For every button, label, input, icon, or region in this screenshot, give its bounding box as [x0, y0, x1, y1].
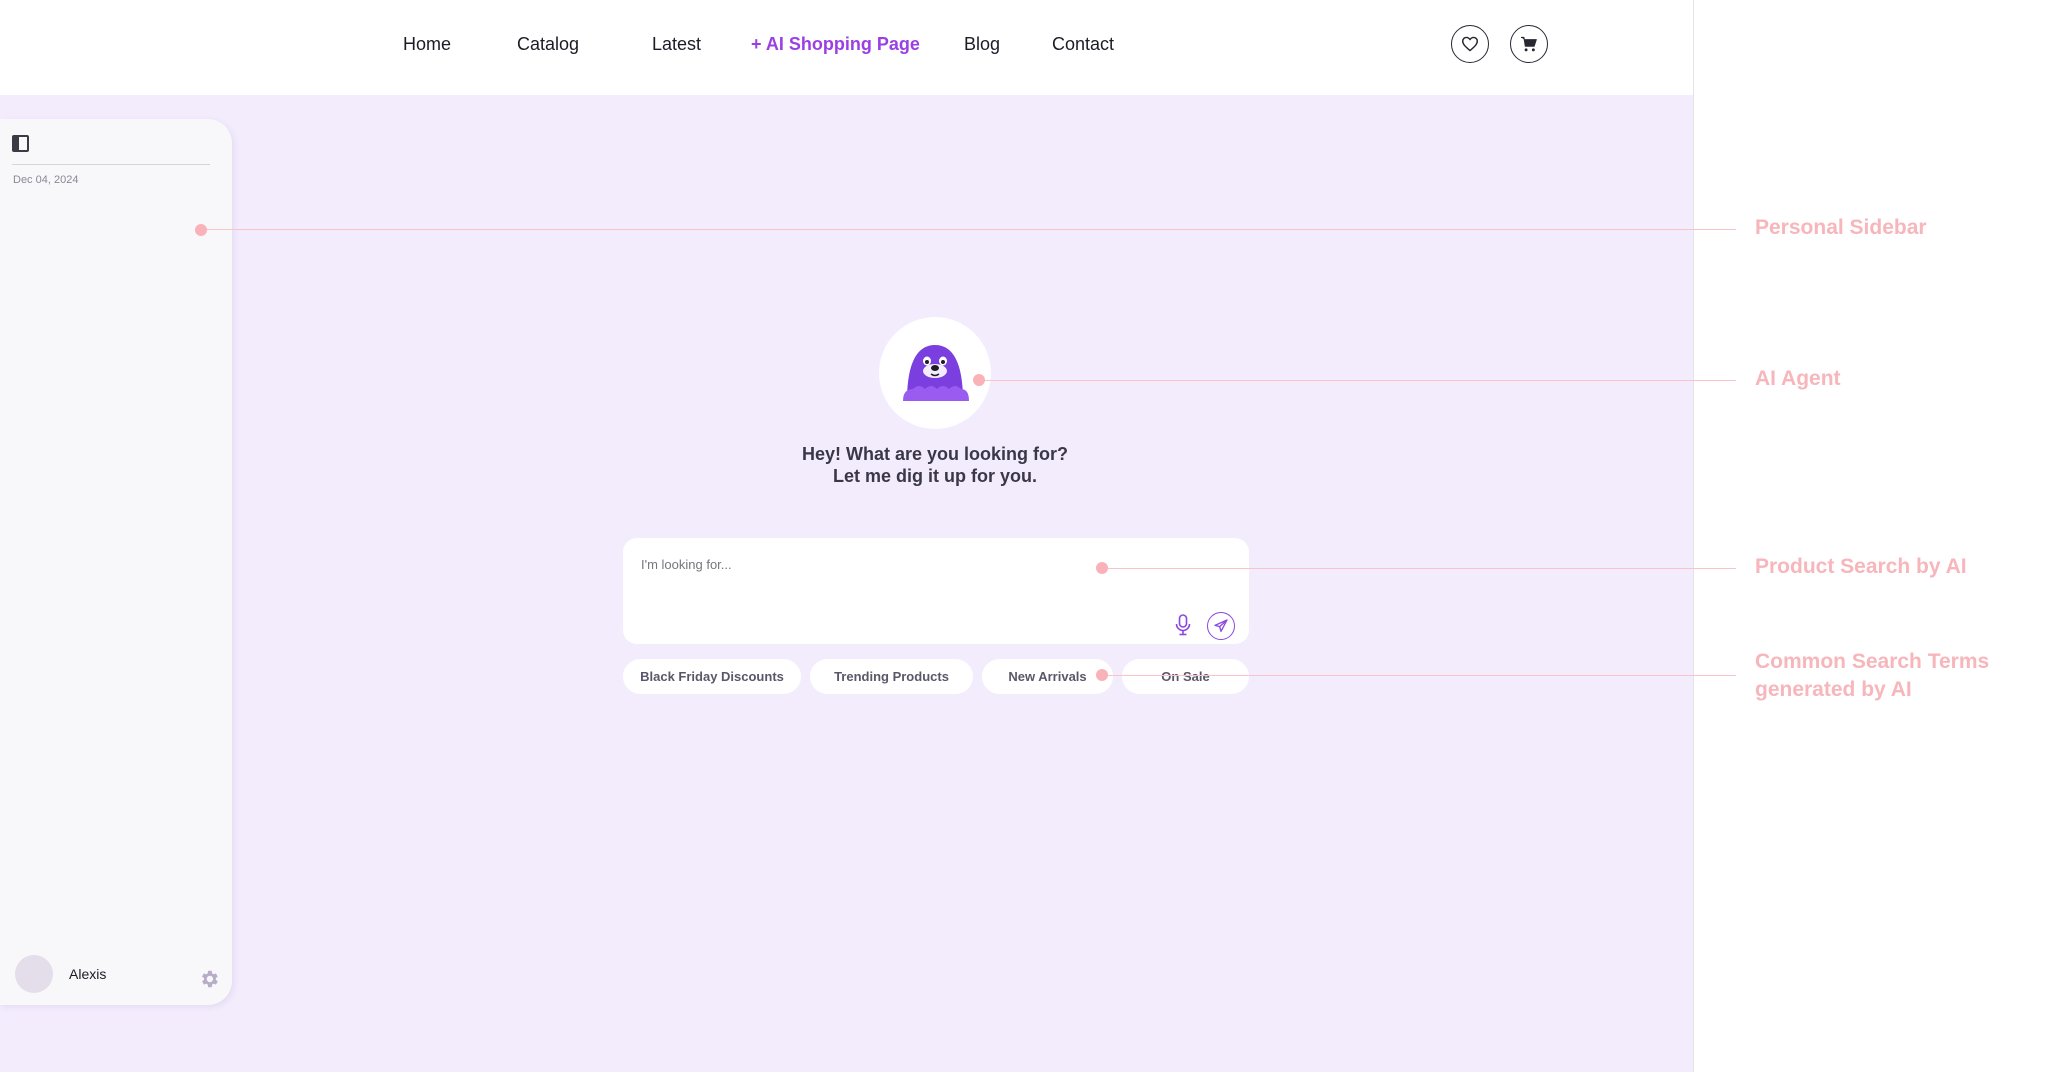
annotation-terms-line-1: Common Search Terms	[1755, 650, 1990, 673]
ai-agent-avatar	[879, 317, 991, 429]
annotation-terms-line-2: generated by AI	[1755, 678, 1912, 701]
chip-trending-products[interactable]: Trending Products	[810, 659, 973, 694]
cart-button[interactable]	[1510, 25, 1548, 63]
annotation-line-sidebar	[201, 229, 1736, 230]
annotation-personal-sidebar: Personal Sidebar	[1755, 216, 1927, 239]
personal-sidebar: Dec 04, 2024 Alexis	[0, 119, 232, 1005]
annotation-common-search-terms: Common Search Terms generated by AI	[1755, 648, 1989, 704]
annotation-line-terms	[1101, 675, 1736, 676]
heart-icon	[1462, 36, 1478, 52]
top-navigation: Home Catalog Latest + AI Shopping Page B…	[0, 0, 1693, 95]
nav-blog[interactable]: Blog	[964, 34, 1000, 55]
nav-home[interactable]: Home	[403, 34, 451, 55]
greeting-line-2: Let me dig it up for you.	[833, 466, 1037, 486]
sidebar-toggle-icon[interactable]	[12, 135, 29, 152]
nav-catalog[interactable]: Catalog	[517, 34, 579, 55]
chip-on-sale[interactable]: On Sale	[1122, 659, 1249, 694]
chip-new-arrivals[interactable]: New Arrivals	[982, 659, 1113, 694]
sidebar-divider	[12, 164, 210, 165]
product-search-box	[623, 538, 1249, 644]
agent-greeting: Hey! What are you looking for? Let me di…	[700, 443, 1170, 487]
annotation-dot-search	[1096, 562, 1108, 574]
greeting-line-1: Hey! What are you looking for?	[801, 444, 1069, 464]
annotation-ai-agent: AI Agent	[1755, 367, 1841, 390]
annotation-dot-agent	[973, 374, 985, 386]
user-name: Alexis	[69, 966, 107, 982]
cart-icon	[1521, 36, 1537, 52]
avatar[interactable]	[15, 955, 53, 993]
annotation-dot-sidebar	[195, 224, 207, 236]
microphone-icon[interactable]	[1173, 613, 1193, 637]
annotation-line-agent	[978, 380, 1736, 381]
wishlist-button[interactable]	[1451, 25, 1489, 63]
mascot-icon	[903, 345, 969, 401]
nav-latest[interactable]: Latest	[652, 34, 701, 55]
nav-ai-shopping-page[interactable]: + AI Shopping Page	[751, 34, 920, 55]
annotation-product-search: Product Search by AI	[1755, 555, 1967, 578]
send-button[interactable]	[1207, 612, 1235, 640]
nav-contact[interactable]: Contact	[1052, 34, 1114, 55]
annotation-line-search	[1101, 568, 1736, 569]
chip-black-friday-discounts[interactable]: Black Friday Discounts	[623, 659, 801, 694]
canvas-divider	[1693, 0, 1694, 1072]
gear-icon[interactable]	[198, 968, 220, 990]
search-input[interactable]	[639, 552, 1223, 576]
send-icon	[1214, 619, 1228, 632]
history-date: Dec 04, 2024	[13, 174, 79, 186]
annotation-dot-terms	[1096, 669, 1108, 681]
